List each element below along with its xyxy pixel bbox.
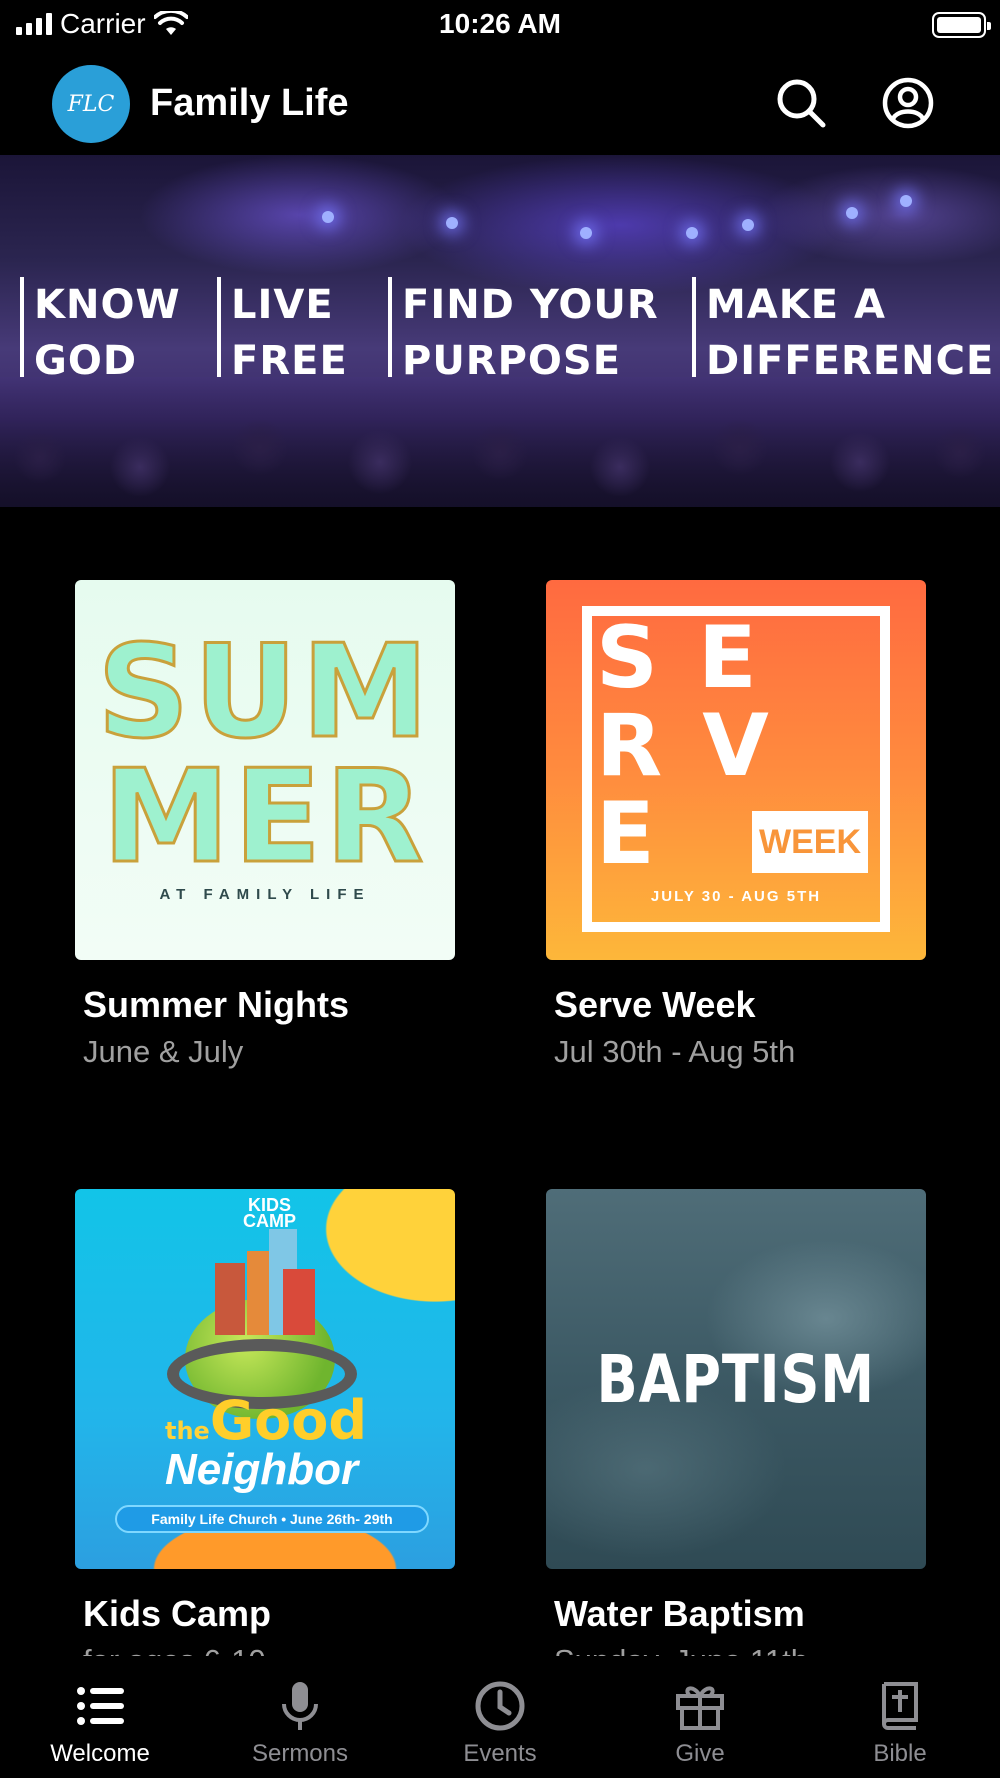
card-title: Summer Nights bbox=[83, 984, 350, 1025]
tab-label: Events bbox=[463, 1740, 537, 1767]
event-card-summer-nights[interactable]: SUM MER AT FAMILY LIFE Summer Nights Jun… bbox=[75, 580, 455, 1070]
search-button[interactable] bbox=[772, 74, 830, 132]
tab-label: Sermons bbox=[251, 1740, 349, 1767]
event-card-kids-camp[interactable]: KIDS CAMP theGood Neighbor Family Life Ch… bbox=[75, 1189, 455, 1656]
event-card-serve-week[interactable]: SE RV E WEEK JULY 30 - AUG 5TH Serve Wee… bbox=[546, 580, 926, 1070]
tab-label: Bible bbox=[873, 1740, 927, 1767]
crowd-image bbox=[0, 377, 1000, 507]
card-subtitle: for ages 6-10 bbox=[75, 1643, 455, 1656]
user-icon bbox=[882, 77, 934, 129]
app-header: FLC Family Life bbox=[0, 60, 1000, 150]
tab-events[interactable]: Events bbox=[400, 1656, 600, 1778]
search-icon bbox=[777, 79, 826, 128]
card-title: Water Baptism bbox=[554, 1593, 805, 1634]
slogan-live-free: LIVE FREE bbox=[217, 277, 348, 389]
status-bar: Carrier 10:26 AM bbox=[0, 0, 1000, 50]
slogan-make-difference: MAKE A DIFFERENCE bbox=[692, 277, 994, 389]
list-icon bbox=[77, 1687, 124, 1725]
bible-icon bbox=[882, 1682, 918, 1730]
clock-icon bbox=[475, 1681, 525, 1731]
card-subtitle: June & July bbox=[83, 1034, 244, 1069]
church-logo[interactable]: FLC bbox=[52, 65, 130, 143]
tab-welcome[interactable]: Welcome bbox=[0, 1656, 200, 1778]
tab-give[interactable]: Give bbox=[600, 1656, 800, 1778]
status-time: 10:26 AM bbox=[439, 8, 561, 39]
battery-icon bbox=[932, 12, 991, 38]
app-title: Family Life bbox=[150, 82, 349, 124]
card-subtitle: Jul 30th - Aug 5th bbox=[554, 1034, 796, 1069]
card-title: Serve Week bbox=[554, 984, 756, 1025]
tab-bible[interactable]: Bible bbox=[800, 1656, 1000, 1778]
summer-nights-image: SUM MER AT FAMILY LIFE bbox=[75, 580, 455, 960]
slogan-know-god: KNOW GOD bbox=[20, 277, 181, 389]
tab-sermons[interactable]: Sermons bbox=[200, 1656, 400, 1778]
event-card-water-baptism[interactable]: BAPTISM Water Baptism Sunday, June 11th bbox=[546, 1189, 926, 1656]
slogan-find-purpose: FIND YOUR PURPOSE bbox=[388, 277, 659, 389]
kids-camp-image: KIDS CAMP theGood Neighbor Family Life Ch… bbox=[75, 1189, 455, 1569]
water-baptism-image: BAPTISM bbox=[546, 1189, 926, 1569]
card-subtitle: Sunday, June 11th bbox=[546, 1643, 926, 1656]
tab-label: Give bbox=[675, 1740, 725, 1767]
microphone-icon bbox=[282, 1682, 318, 1730]
gift-icon bbox=[676, 1686, 724, 1730]
profile-button[interactable] bbox=[879, 74, 937, 132]
serve-week-image: SE RV E WEEK JULY 30 - AUG 5TH bbox=[546, 580, 926, 960]
hero-banner[interactable]: KNOW GOD LIVE FREE FIND YOUR PURPOSE MAKE A… bbox=[0, 155, 1000, 507]
card-title: Kids Camp bbox=[83, 1593, 272, 1634]
tab-label: Welcome bbox=[50, 1740, 150, 1767]
bottom-tab-bar: Welcome Sermons Events Give Bible bbox=[0, 1656, 1000, 1778]
